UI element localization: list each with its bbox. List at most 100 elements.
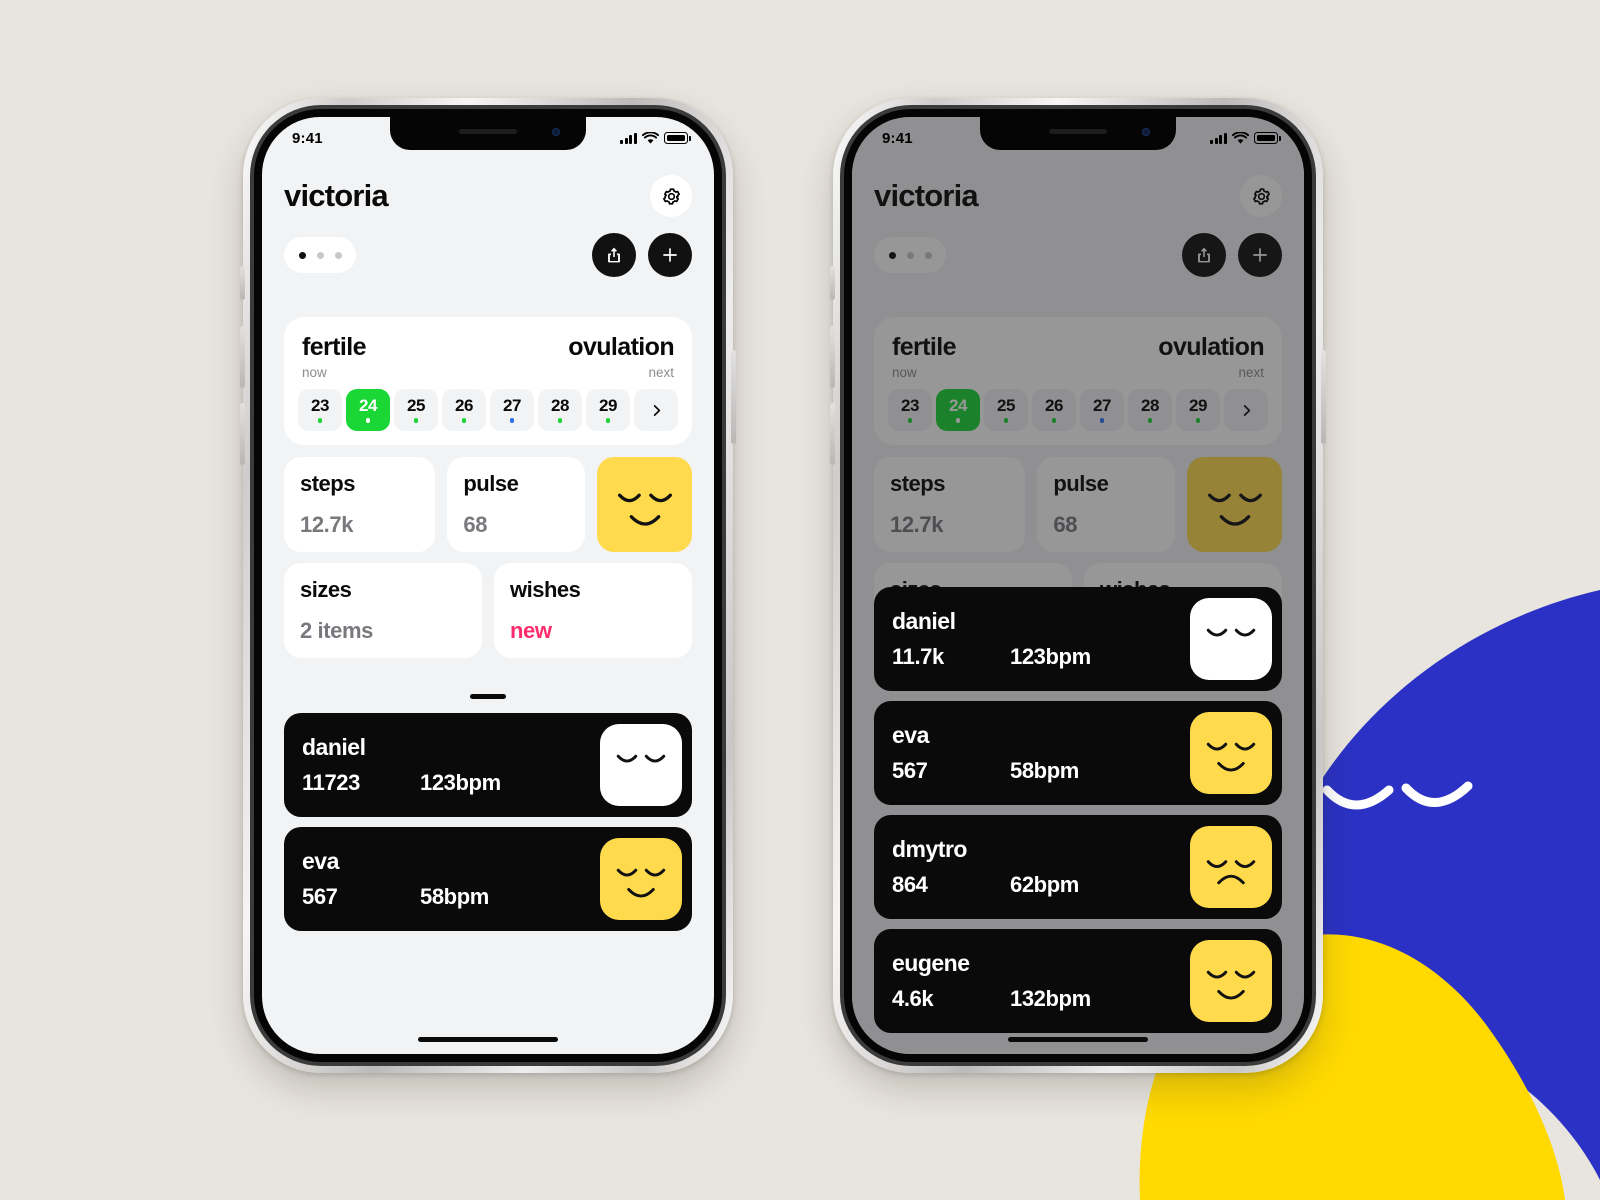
front-camera: [1142, 128, 1150, 136]
page-dot-3: [924, 251, 932, 259]
day-status-dot: [509, 418, 515, 423]
phone-left: 9:41 victoria fertile ovulation now next…: [240, 98, 736, 1073]
avatar[interactable]: [1190, 826, 1272, 908]
day-chip-27[interactable]: 27: [1080, 389, 1124, 431]
power-button[interactable]: [731, 350, 736, 444]
mood-tile[interactable]: [1187, 457, 1282, 552]
friend-steps: 11723: [302, 770, 360, 795]
share-button[interactable]: [1182, 233, 1226, 277]
metric-card-pulse[interactable]: pulse 68: [1037, 457, 1175, 552]
friend-row[interactable]: dmytro 864 62bpm: [874, 815, 1282, 919]
friend-row[interactable]: daniel 11.7k 123bpm: [874, 587, 1282, 691]
day-chip-28[interactable]: 28: [1128, 389, 1172, 431]
volume-down-button[interactable]: [830, 403, 835, 465]
avatar[interactable]: [1190, 598, 1272, 680]
avatar[interactable]: [600, 724, 682, 806]
day-chip-26[interactable]: 26: [442, 389, 486, 431]
page-dot-2: [316, 251, 324, 259]
add-button[interactable]: [648, 233, 692, 277]
day-chip-29[interactable]: 29: [586, 389, 630, 431]
volume-up-button[interactable]: [830, 326, 835, 388]
page-dot-3: [334, 251, 342, 259]
metrics-row-1: steps 12.7k pulse 68: [874, 457, 1282, 552]
power-button[interactable]: [1321, 350, 1326, 444]
page-indicator[interactable]: [284, 237, 356, 273]
volume-up-button[interactable]: [240, 326, 245, 388]
day-chip-23[interactable]: 23: [298, 389, 342, 431]
pulse-label: pulse: [463, 471, 519, 496]
phone-right: 9:41 victoria fertile ovulation now next…: [830, 98, 1326, 1073]
day-number: 25: [406, 396, 426, 416]
action-row: [852, 217, 1304, 277]
day-status-dot: [1003, 418, 1009, 423]
sad-face-icon: [1206, 860, 1256, 885]
day-chip-23[interactable]: 23: [888, 389, 932, 431]
next-days-button[interactable]: [1224, 389, 1268, 431]
friend-pulse: 58bpm: [420, 884, 489, 909]
pulse-label: pulse: [1053, 471, 1109, 496]
phase-next-label: ovulation: [1158, 333, 1264, 361]
day-chip-25[interactable]: 25: [984, 389, 1028, 431]
app-header: victoria: [262, 161, 714, 217]
add-button[interactable]: [1238, 233, 1282, 277]
app-content-left: victoria fertile ovulation now next 23 2…: [262, 117, 714, 1054]
day-status-dot: [1099, 418, 1105, 423]
next-days-button[interactable]: [634, 389, 678, 431]
day-chip-29[interactable]: 29: [1176, 389, 1220, 431]
smiling-face-icon: [1207, 493, 1262, 526]
cycle-card[interactable]: fertile ovulation now next 23 24 25 26 27 28 2…: [284, 317, 692, 445]
day-number: 29: [598, 396, 618, 416]
cellular-bars-icon: [620, 132, 637, 144]
friend-row[interactable]: daniel 11723 123bpm: [284, 713, 692, 817]
closed-eyes-face-icon: [1206, 628, 1256, 637]
avatar[interactable]: [1190, 940, 1272, 1022]
avatar[interactable]: [600, 838, 682, 920]
friend-row[interactable]: eugene 4.6k 132bpm: [874, 929, 1282, 1033]
home-indicator[interactable]: [1008, 1037, 1148, 1042]
page-indicator[interactable]: [874, 237, 946, 273]
day-status-dot: [365, 418, 371, 423]
page-dot-1: [888, 251, 896, 259]
day-chip-25[interactable]: 25: [394, 389, 438, 431]
mood-tile[interactable]: [597, 457, 692, 552]
mute-switch[interactable]: [240, 266, 245, 300]
metric-card-wishes[interactable]: wishes new: [494, 563, 692, 658]
day-chip-28[interactable]: 28: [538, 389, 582, 431]
friend-pulse: 132bpm: [1010, 986, 1091, 1011]
friend-row[interactable]: eva 567 58bpm: [284, 827, 692, 931]
friend-name: eugene: [892, 950, 970, 976]
sizes-value: 2 items: [300, 618, 374, 643]
cellular-bars-icon: [1210, 132, 1227, 144]
pulse-value: 68: [1053, 512, 1078, 537]
day-chip-24[interactable]: 24: [346, 389, 390, 431]
pulse-value: 68: [463, 512, 488, 537]
day-status-dot: [1147, 418, 1153, 423]
volume-down-button[interactable]: [240, 403, 245, 465]
metric-card-pulse[interactable]: pulse 68: [447, 457, 585, 552]
battery-full-icon: [664, 132, 691, 144]
metric-card-steps[interactable]: steps 12.7k: [284, 457, 436, 552]
friend-pulse: 58bpm: [1010, 758, 1079, 783]
app-header: victoria: [852, 161, 1304, 217]
settings-button[interactable]: [1240, 175, 1282, 217]
day-number: 28: [1140, 396, 1160, 416]
metric-card-steps[interactable]: steps 12.7k: [874, 457, 1026, 552]
day-number: 27: [1092, 396, 1112, 416]
metric-card-sizes[interactable]: sizes 2 items: [284, 563, 482, 658]
settings-button[interactable]: [650, 175, 692, 217]
day-status-dot: [317, 418, 323, 423]
day-chip-24[interactable]: 24: [936, 389, 980, 431]
friend-steps: 567: [892, 758, 928, 783]
day-status-dot: [1195, 418, 1201, 423]
share-button[interactable]: [592, 233, 636, 277]
day-status-dot: [413, 418, 419, 423]
decorative-blobs: [0, 0, 1600, 1200]
friend-name: daniel: [892, 608, 956, 634]
avatar[interactable]: [1190, 712, 1272, 794]
friend-row[interactable]: eva 567 58bpm: [874, 701, 1282, 805]
cycle-card[interactable]: fertile ovulation now next 23 24 25 26 27 28 2…: [874, 317, 1282, 445]
day-chip-27[interactable]: 27: [490, 389, 534, 431]
home-indicator[interactable]: [418, 1037, 558, 1042]
day-chip-26[interactable]: 26: [1032, 389, 1076, 431]
mute-switch[interactable]: [830, 266, 835, 300]
